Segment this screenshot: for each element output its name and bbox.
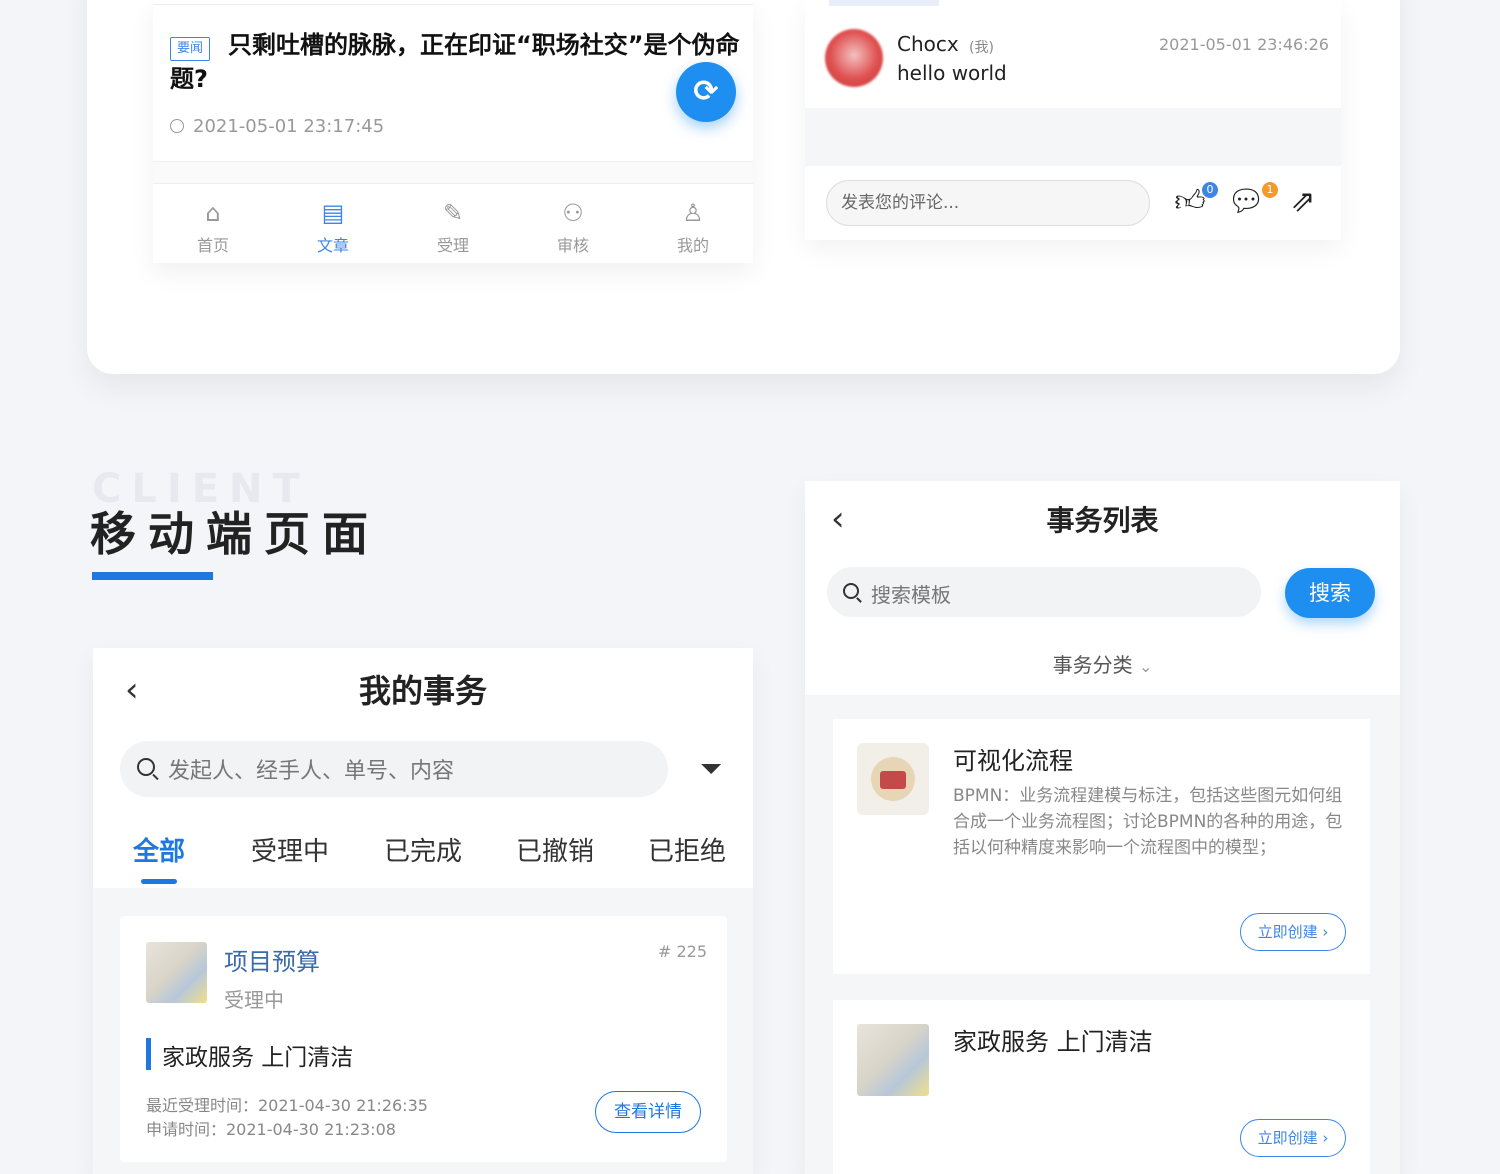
task-card[interactable]: 项目预算 受理中 # 225 家政服务 上门清洁 最近受理时间：2021-04-…	[120, 916, 727, 1162]
tab-completed[interactable]: 已完成	[384, 831, 462, 868]
divider	[153, 4, 753, 5]
comment-button[interactable]: 💬︎	[1226, 182, 1266, 222]
header-fragment	[829, 0, 939, 6]
accent-bar	[146, 1038, 151, 1070]
section-underline	[92, 572, 213, 580]
tab-mine[interactable]: ♙ 我的	[633, 184, 753, 264]
tab-label: 文章	[316, 236, 349, 255]
refresh-button[interactable]: ⟳	[676, 62, 736, 122]
share-icon: ⇗	[1290, 184, 1316, 219]
spacer	[153, 162, 753, 183]
create-now-button[interactable]: 立即创建 ›	[1240, 913, 1346, 951]
tab-revoked[interactable]: 已撤销	[516, 831, 594, 868]
create-now-button[interactable]: 立即创建 ›	[1240, 1119, 1346, 1157]
search-field[interactable]: 发起人、经手人、单号、内容	[120, 741, 668, 797]
tab-article[interactable]: ▤ 文章	[273, 184, 393, 264]
bottom-tab-bar: ⌂ 首页 ▤ 文章 ✎ 受理 ⚇ 审核 ♙ 我的	[153, 183, 753, 264]
cleaning-thumbnail	[146, 942, 207, 1003]
task-status: 受理中	[224, 988, 284, 1012]
review-icon: ⚇	[562, 199, 584, 227]
task-service: 家政服务 上门清洁	[162, 1045, 354, 1071]
article-screen: 只剩吐槽的脉脉，正在印证“职场社交”是个伪命题? 要闻 2021-05-01 2…	[153, 0, 753, 263]
template-title: 可视化流程	[953, 747, 1073, 775]
section-title: 移动端页面	[90, 507, 380, 561]
active-tab-indicator	[141, 879, 177, 884]
template-description: BPMN：业务流程建模与标注，包括这些图元如何组合成一个业务流程图；讨论BPMN…	[953, 786, 1343, 858]
cleaning-thumbnail	[857, 1024, 929, 1096]
thumbs-up-icon: 👍︎	[1174, 184, 1206, 219]
task-number: # 225	[658, 942, 708, 961]
news-tag-badge: 要闻	[170, 37, 211, 61]
page-title: 我的事务	[358, 672, 487, 710]
category-label: 事务分类	[1052, 653, 1133, 677]
tab-label: 审核	[556, 236, 589, 255]
page-title: 事务列表	[1046, 504, 1159, 537]
comment-screen: Chocx (我) 2021-05-01 23:46:26 hello worl…	[805, 0, 1341, 240]
tab-home[interactable]: ⌂ 首页	[153, 184, 273, 264]
tab-rejected[interactable]: 已拒绝	[648, 831, 726, 868]
home-icon: ⌂	[205, 199, 221, 227]
like-count-badge: 0	[1202, 182, 1218, 198]
share-button[interactable]: ⇗	[1283, 182, 1323, 222]
comment-input[interactable]: 发表您的评论...	[826, 180, 1150, 226]
tab-label: 受理	[436, 236, 469, 255]
chevron-down-icon: ⌄	[1138, 657, 1153, 676]
tab-accept[interactable]: ✎ 受理	[393, 184, 513, 264]
category-dropdown[interactable]: 事务分类 ⌄	[805, 649, 1400, 678]
search-field[interactable]: 搜索模板	[827, 567, 1261, 617]
search-icon-handle	[856, 597, 862, 603]
comment-text: hello world	[897, 61, 1007, 85]
chat-bubble-icon: 💬︎	[1226, 184, 1266, 219]
tab-review[interactable]: ⚇ 审核	[513, 184, 633, 264]
search-icon-handle	[152, 773, 159, 781]
commenter-name: Chocx	[897, 32, 959, 56]
tab-label: 我的	[676, 236, 709, 255]
view-details-button[interactable]: 查看详情	[595, 1091, 701, 1133]
apply-time: 申请时间：2021-04-30 21:23:08	[146, 1120, 396, 1139]
template-card[interactable]: 家政服务 上门清洁 立即创建 ›	[833, 1000, 1370, 1174]
refresh-icon: ⟳	[693, 74, 719, 109]
comment-count-badge: 1	[1262, 182, 1278, 198]
tab-processing[interactable]: 受理中	[251, 831, 329, 868]
search-placeholder: 搜索模板	[871, 583, 951, 607]
clock-icon	[170, 119, 184, 133]
task-list-screen: ‹ 事务列表 搜索模板 搜索 事务分类 ⌄ 可视化流程 BPMN：业务流程建模与…	[805, 481, 1400, 1174]
tab-all[interactable]: 全部	[133, 831, 185, 868]
tab-label: 首页	[196, 236, 229, 255]
comment-time: 2021-05-01 23:46:26	[1159, 35, 1329, 54]
recent-time: 最近受理时间：2021-04-30 21:26:35	[146, 1096, 428, 1115]
template-card[interactable]: 可视化流程 BPMN：业务流程建模与标注，包括这些图元如何组合成一个业务流程图；…	[833, 719, 1370, 974]
search-button[interactable]: 搜索	[1285, 568, 1375, 618]
task-name: 项目预算	[224, 948, 320, 976]
filter-button[interactable]: ⏷	[697, 755, 725, 783]
self-marker: (我)	[969, 40, 994, 56]
avatar[interactable]	[825, 29, 883, 87]
edit-icon: ✎	[442, 199, 464, 227]
user-icon: ♙	[682, 199, 704, 227]
spacer	[805, 108, 1341, 166]
article-title[interactable]: 只剩吐槽的脉脉，正在印证“职场社交”是个伪命题?	[170, 28, 745, 96]
template-title: 家政服务 上门清洁	[953, 1028, 1153, 1056]
article-icon: ▤	[321, 199, 345, 227]
my-tasks-screen: ‹ 我的事务 发起人、经手人、单号、内容 ⏷ 全部 受理中 已完成 已撤销 已拒…	[93, 648, 753, 1174]
search-placeholder: 发起人、经手人、单号、内容	[168, 759, 455, 784]
briefcase-icon	[880, 771, 906, 789]
filter-icon: ⏷	[699, 752, 723, 785]
article-time: 2021-05-01 23:17:45	[193, 116, 385, 137]
